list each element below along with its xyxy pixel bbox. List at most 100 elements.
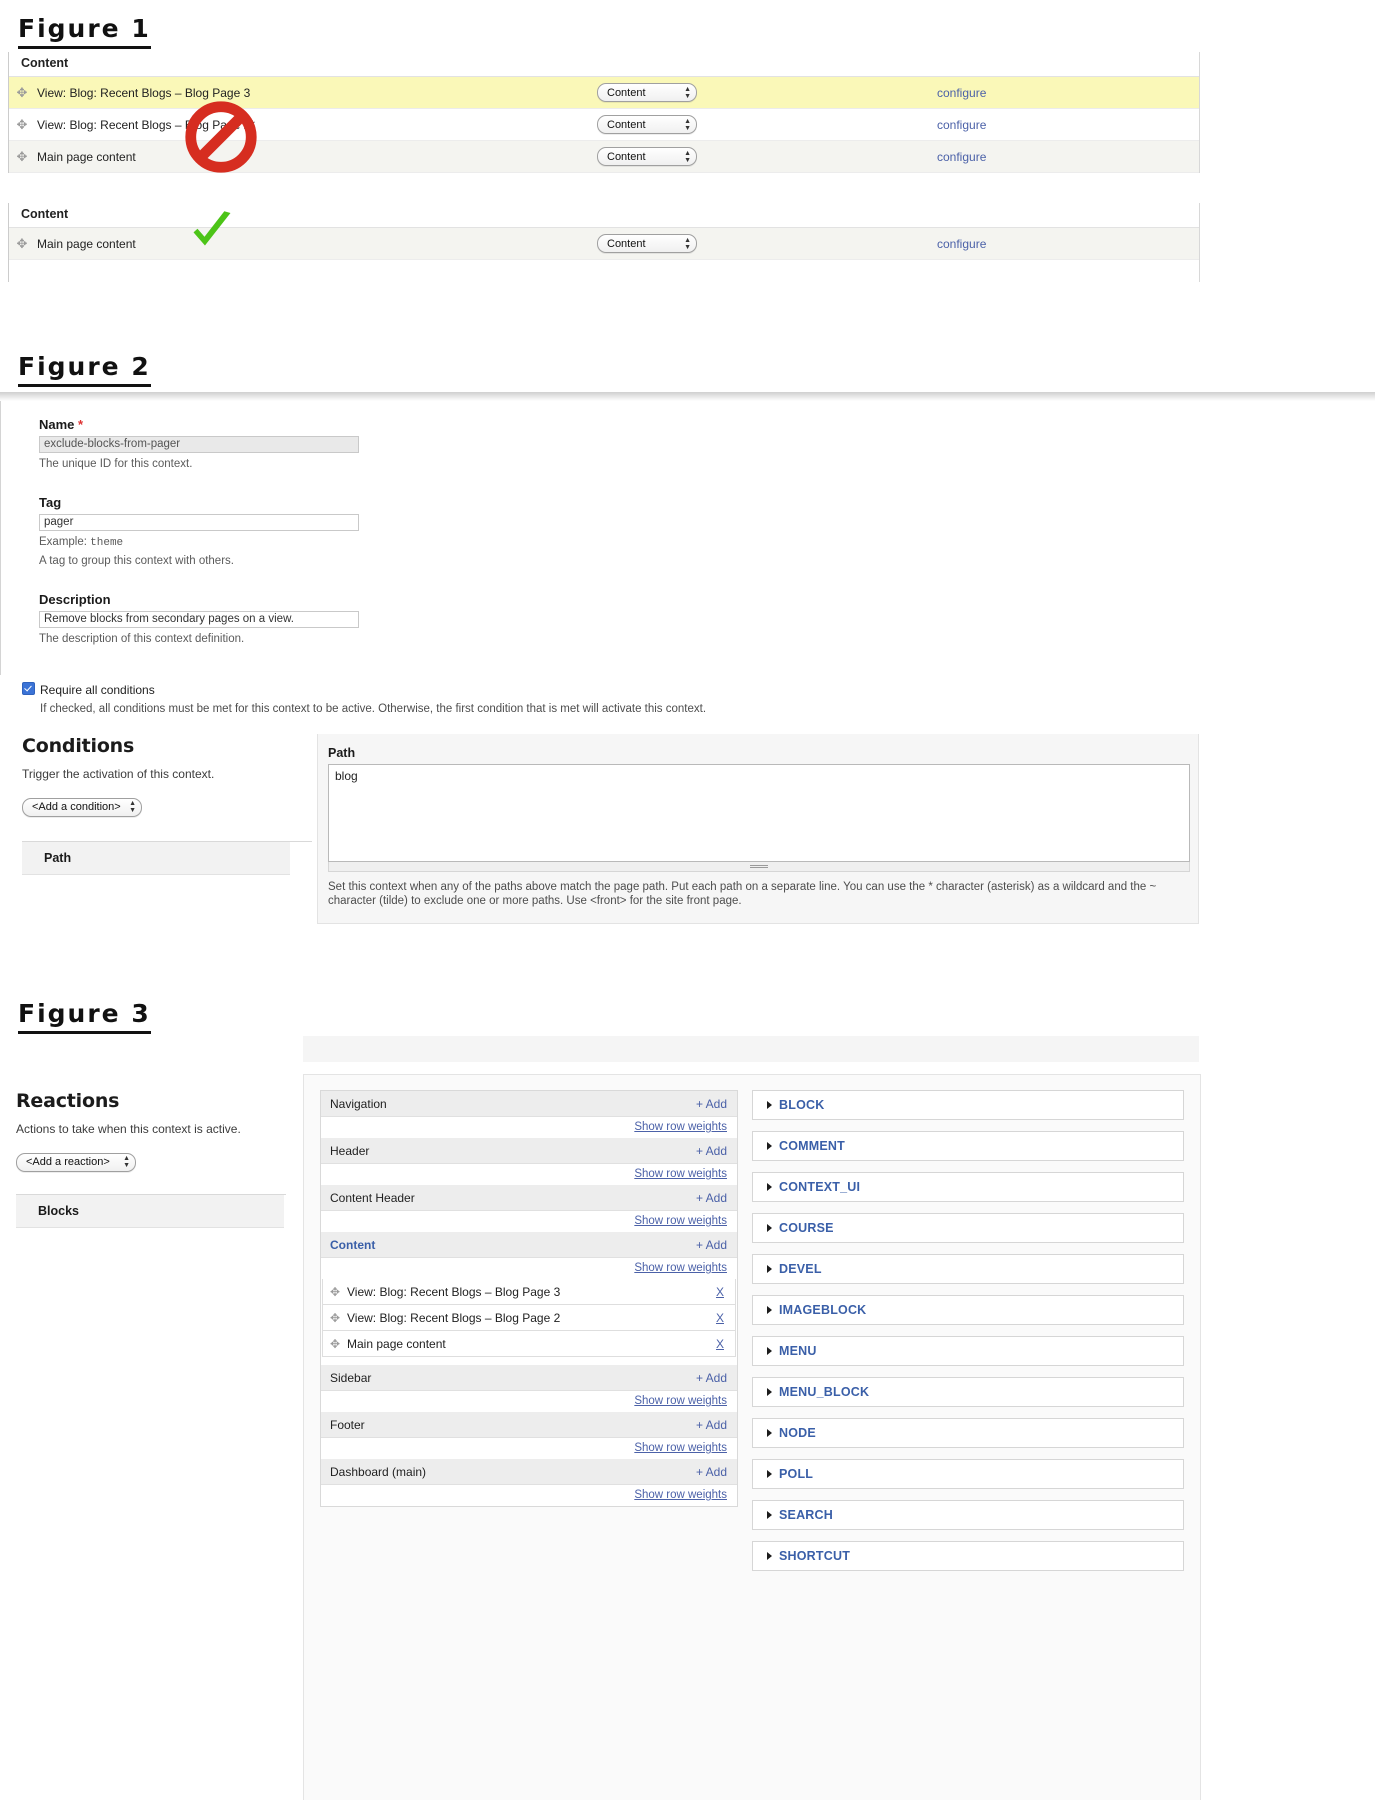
description-help: The description of this context definiti… (39, 632, 245, 645)
block-category-block[interactable]: BLOCK (752, 1090, 1184, 1120)
block-regions-list: Navigation + Add Show row weights Header… (320, 1090, 738, 1507)
add-block-link[interactable]: + Add (696, 1371, 727, 1385)
show-row-weights-link[interactable]: Show row weights (634, 1215, 727, 1227)
block-category-imageblock[interactable]: IMAGEBLOCK (752, 1295, 1184, 1325)
category-label: COMMENT (779, 1139, 845, 1153)
add-block-link[interactable]: + Add (696, 1238, 727, 1252)
description-label: Description (39, 591, 111, 607)
reactions-subtitle: Actions to take when this context is act… (16, 1122, 241, 1136)
chevron-right-icon (767, 1224, 772, 1232)
figure-2-context-form: Name * The unique ID for this context. T… (0, 401, 1199, 675)
drag-handle-icon[interactable]: ✥ (323, 1311, 347, 1325)
tag-input[interactable] (39, 513, 359, 531)
drag-handle-icon[interactable]: ✥ (9, 117, 35, 133)
region-select[interactable]: Content ▲ ▼ (597, 234, 697, 253)
block-row[interactable]: ✥ Main page content Content ▲ ▼ configure (9, 228, 1199, 260)
region-select-value: Content (607, 118, 646, 131)
region-title: Content (9, 52, 1199, 77)
block-category-context-ui[interactable]: CONTEXT_UI (752, 1172, 1184, 1202)
name-field-group: Name * The unique ID for this context. (39, 417, 1199, 473)
block-title: Main page content (37, 236, 136, 251)
drag-handle-icon[interactable]: ✥ (9, 85, 35, 101)
chevron-right-icon (767, 1429, 772, 1437)
region-header: Navigation + Add (321, 1091, 737, 1117)
add-block-link[interactable]: + Add (696, 1097, 727, 1111)
path-condition-panel: Path blog Set this context when any of t… (317, 734, 1199, 924)
condition-item-path[interactable]: Path (22, 841, 290, 875)
chevron-right-icon (767, 1306, 772, 1314)
add-reaction-select[interactable]: <Add a reaction> ▲ ▼ (16, 1152, 136, 1172)
show-row-weights-cell: Show row weights (321, 1211, 737, 1232)
category-label: SHORTCUT (779, 1549, 851, 1563)
category-label: MENU (779, 1344, 817, 1358)
region-select-wrapper[interactable]: Content ▲ ▼ (597, 83, 857, 102)
block-name: Main page content (347, 1336, 446, 1351)
region-select[interactable]: Content ▲ ▼ (597, 83, 697, 102)
configure-link[interactable]: configure (937, 150, 986, 164)
block-name: View: Blog: Recent Blogs – Blog Page 2 (347, 1310, 561, 1325)
require-all-conditions-checkbox[interactable] (22, 682, 35, 695)
block-category-search[interactable]: SEARCH (752, 1500, 1184, 1530)
region-header: Header + Add (321, 1138, 737, 1164)
reactions-title: Reactions (16, 1090, 120, 1112)
add-block-link[interactable]: + Add (696, 1465, 727, 1479)
figure-2-top-shadow (0, 392, 1375, 401)
region-select[interactable]: Content ▲ ▼ (597, 147, 697, 166)
drag-handle-icon[interactable]: ✥ (323, 1285, 347, 1299)
show-row-weights-cell: Show row weights (321, 1391, 737, 1412)
block-category-comment[interactable]: COMMENT (752, 1131, 1184, 1161)
show-row-weights-link[interactable]: Show row weights (634, 1121, 727, 1133)
block-row[interactable]: ✥ Main page content X (322, 1331, 736, 1357)
block-category-menu-block[interactable]: MENU_BLOCK (752, 1377, 1184, 1407)
remove-block-link[interactable]: X (705, 1285, 735, 1299)
configure-link[interactable]: configure (937, 118, 986, 132)
name-input[interactable] (39, 436, 359, 453)
region-select-wrapper[interactable]: Content ▲ ▼ (597, 147, 857, 166)
textarea-resize-grip[interactable] (328, 862, 1190, 872)
add-block-link[interactable]: + Add (696, 1191, 727, 1205)
reaction-item-blocks[interactable]: Blocks (16, 1194, 284, 1228)
drag-handle-icon[interactable]: ✥ (9, 236, 35, 252)
block-category-shortcut[interactable]: SHORTCUT (752, 1541, 1184, 1571)
block-row[interactable]: ✥ View: Blog: Recent Blogs – Blog Page 2… (322, 1305, 736, 1331)
remove-block-link[interactable]: X (705, 1337, 735, 1351)
configure-link[interactable]: configure (937, 237, 986, 251)
add-block-link[interactable]: + Add (696, 1144, 727, 1158)
path-help: Set this context when any of the paths a… (318, 872, 1198, 909)
require-all-conditions-row[interactable]: Require all conditions (22, 682, 1182, 697)
show-row-weights-link[interactable]: Show row weights (634, 1262, 727, 1274)
block-category-course[interactable]: COURSE (752, 1213, 1184, 1243)
tag-example-code: theme (90, 536, 124, 549)
stepper-arrows-icon: ▲ ▼ (684, 236, 691, 251)
path-textarea[interactable]: blog (328, 764, 1190, 862)
configure-link[interactable]: configure (937, 86, 986, 100)
region-select-value: Content (607, 150, 646, 163)
description-input[interactable] (39, 610, 359, 628)
show-row-weights-link[interactable]: Show row weights (634, 1395, 727, 1407)
chevron-right-icon (767, 1183, 772, 1191)
block-category-poll[interactable]: POLL (752, 1459, 1184, 1489)
green-check-icon (193, 211, 231, 246)
region-header: Content Header + Add (321, 1185, 737, 1211)
configure-cell: configure (857, 86, 1199, 100)
show-row-weights-link[interactable]: Show row weights (634, 1489, 727, 1501)
drag-handle-icon[interactable]: ✥ (9, 149, 35, 165)
stepper-arrows-icon: ▲ ▼ (684, 117, 691, 132)
category-label: BLOCK (779, 1098, 825, 1112)
reactions-sidebar: Reactions Actions to take when this cont… (16, 1090, 286, 1228)
block-category-node[interactable]: NODE (752, 1418, 1184, 1448)
add-block-link[interactable]: + Add (696, 1418, 727, 1432)
region-select-wrapper[interactable]: Content ▲ ▼ (597, 115, 857, 134)
block-row[interactable]: ✥ View: Blog: Recent Blogs – Blog Page 3… (322, 1279, 736, 1305)
region-select-wrapper[interactable]: Content ▲ ▼ (597, 234, 857, 253)
remove-block-link[interactable]: X (705, 1311, 735, 1325)
block-category-menu[interactable]: MENU (752, 1336, 1184, 1366)
block-category-devel[interactable]: DEVEL (752, 1254, 1184, 1284)
conditions-subtitle: Trigger the activation of this context. (22, 767, 215, 781)
region-group-content-header: Content Header + Add Show row weights (321, 1185, 737, 1232)
show-row-weights-link[interactable]: Show row weights (634, 1442, 727, 1454)
show-row-weights-link[interactable]: Show row weights (634, 1168, 727, 1180)
region-select[interactable]: Content ▲ ▼ (597, 115, 697, 134)
drag-handle-icon[interactable]: ✥ (323, 1337, 347, 1351)
add-condition-select[interactable]: <Add a condition> ▲ ▼ (22, 797, 142, 817)
